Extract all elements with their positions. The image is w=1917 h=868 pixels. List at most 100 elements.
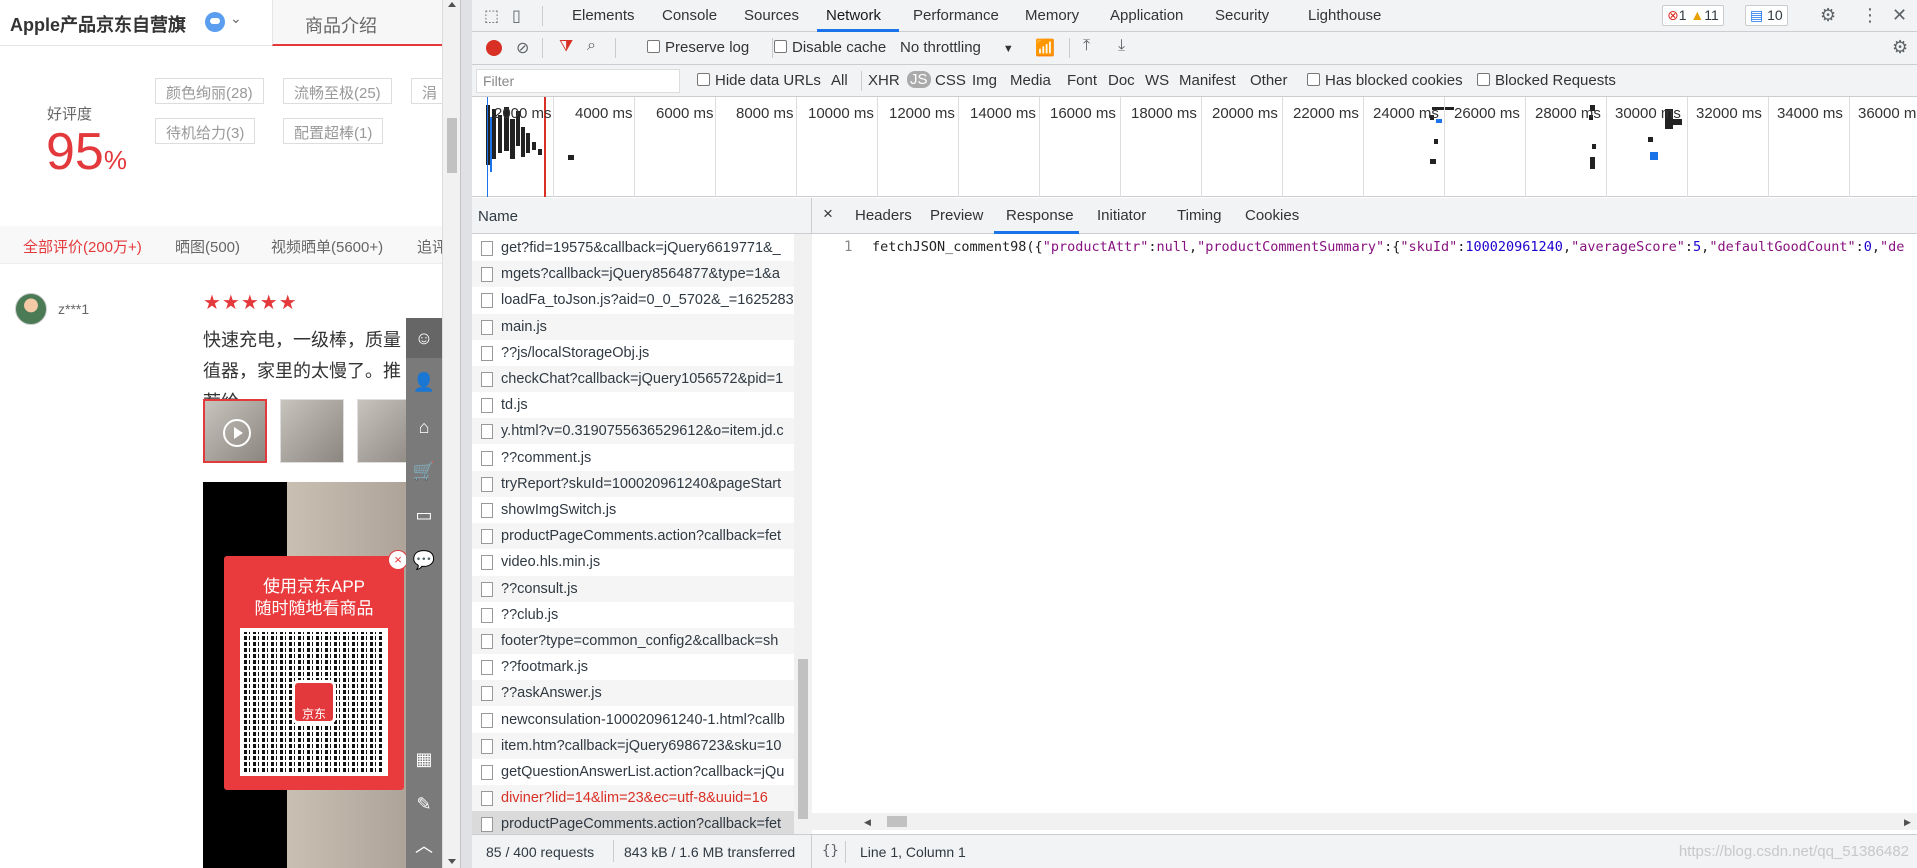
clear-icon[interactable]: ⊘ (516, 38, 529, 58)
review-tag[interactable]: 配置超棒(1) (283, 118, 384, 144)
tab-network[interactable]: Network (826, 7, 881, 24)
record-icon[interactable] (486, 40, 502, 56)
preserve-log-checkbox[interactable]: Preserve log (647, 39, 749, 56)
review-tag[interactable]: 待机给力(3) (155, 118, 256, 144)
review-tag[interactable]: 流畅至极(25) (283, 78, 392, 104)
filter-type-all[interactable]: All (831, 72, 848, 89)
tab-timing[interactable]: Timing (1177, 207, 1221, 224)
tab-initiator[interactable]: Initiator (1097, 207, 1146, 224)
request-row[interactable]: mgets?callback=jQuery8564877&type=1&a (472, 261, 794, 288)
request-row[interactable]: newconsulation-100020961240-1.html?callb (472, 707, 794, 733)
chat-icon[interactable] (205, 12, 225, 32)
request-row[interactable]: get?fid=19575&callback=jQuery6619771&_ (472, 235, 794, 261)
filter-type-font[interactable]: Font (1067, 72, 1097, 89)
chevron-down-icon[interactable]: ⌄ (230, 10, 242, 27)
request-row[interactable]: ??club.js (472, 602, 794, 628)
filter-type-doc[interactable]: Doc (1108, 72, 1135, 89)
shop-name[interactable]: Apple产品京东自营旗 (10, 11, 186, 37)
blocked-requests-checkbox[interactable]: Blocked Requests (1477, 72, 1616, 89)
filter-type-xhr[interactable]: XHR (868, 72, 900, 89)
chat-icon[interactable]: ☺ (406, 318, 442, 358)
edit-icon[interactable]: ✎ (406, 784, 442, 824)
tab-lighthouse[interactable]: Lighthouse (1308, 7, 1381, 24)
request-row[interactable]: loadFa_toJson.js?aid=0_0_5702&_=1625283 (472, 287, 794, 313)
tab-security[interactable]: Security (1215, 7, 1269, 24)
import-har-icon[interactable]: ⤒ (1083, 37, 1090, 55)
filter-icon[interactable]: ⧩ (559, 38, 573, 56)
scroll-left-icon[interactable]: ◀ (864, 817, 871, 828)
close-icon[interactable]: × (388, 550, 408, 570)
review-tag[interactable]: 涓 (411, 78, 442, 104)
review-tag[interactable]: 颜色绚丽(28) (155, 78, 264, 104)
scroll-thumb[interactable] (887, 816, 907, 827)
compare-icon[interactable]: ▭ (406, 495, 442, 535)
name-column-header[interactable]: Name (472, 198, 812, 234)
filter-type-img[interactable]: Img (972, 72, 997, 89)
cart-icon[interactable]: 🛒 (406, 451, 442, 491)
response-horizontal-scrollbar[interactable]: ◀ ▶ (812, 813, 1917, 830)
request-row[interactable]: ??askAnswer.js (472, 680, 794, 707)
user-icon[interactable]: 👤 (406, 362, 442, 402)
close-icon[interactable]: × (823, 204, 833, 224)
review-image-thumb[interactable] (280, 399, 344, 463)
filter-video-reviews[interactable]: 视频晒单(5600+) (271, 236, 383, 257)
tab-sources[interactable]: Sources (744, 7, 799, 24)
scroll-down-icon[interactable] (448, 859, 456, 864)
scroll-right-icon[interactable]: ▶ (1904, 817, 1911, 828)
network-settings-icon[interactable]: ⚙ (1892, 37, 1908, 58)
tab-memory[interactable]: Memory (1025, 7, 1079, 24)
request-row[interactable]: productPageComments.action?callback=fet (472, 523, 794, 550)
review-video-thumb[interactable] (203, 399, 267, 463)
request-row[interactable]: y.html?v=0.3190755636529612&o=item.jd.c (472, 418, 794, 445)
filter-photo-reviews[interactable]: 晒图(500) (175, 236, 240, 257)
pretty-print-icon[interactable]: {} (822, 843, 839, 859)
filter-type-ws[interactable]: WS (1145, 72, 1169, 89)
filter-type-css[interactable]: CSS (935, 72, 966, 89)
feedback-icon[interactable]: ⌂ (406, 407, 442, 447)
request-row[interactable]: checkChat?callback=jQuery1056572&pid=1 (472, 366, 794, 392)
request-row[interactable]: video.hls.min.js (472, 549, 794, 575)
request-row[interactable]: td.js (472, 392, 794, 418)
scroll-thumb[interactable] (798, 659, 808, 819)
tab-performance[interactable]: Performance (913, 7, 999, 24)
disable-cache-checkbox[interactable]: Disable cache (774, 39, 886, 56)
top-icon[interactable]: ︿ (406, 826, 442, 866)
has-blocked-cookies-checkbox[interactable]: Has blocked cookies (1307, 72, 1463, 89)
request-list-scrollbar[interactable] (794, 234, 812, 834)
request-row[interactable]: item.htm?callback=jQuery6986723&sku=10 (472, 732, 794, 759)
request-row[interactable]: ??footmark.js (472, 654, 794, 680)
request-row[interactable]: footer?type=common_config2&callback=sh (472, 628, 794, 654)
devtools-splitter[interactable] (460, 0, 472, 868)
tab-console[interactable]: Console (662, 7, 717, 24)
close-icon[interactable]: ✕ (1892, 5, 1907, 26)
tab-product-intro[interactable]: 商品介绍 (272, 0, 442, 46)
more-options-icon[interactable]: ⋮ (1861, 5, 1879, 26)
network-conditions-icon[interactable]: 📶 (1035, 38, 1055, 58)
hide-data-urls-checkbox[interactable]: Hide data URLs (697, 72, 821, 89)
tab-cookies[interactable]: Cookies (1245, 207, 1299, 224)
tab-headers[interactable]: Headers (855, 207, 912, 224)
tab-application[interactable]: Application (1110, 7, 1183, 24)
request-row[interactable]: main.js (472, 313, 794, 340)
throttling-select[interactable]: No throttling ▼ (900, 39, 1014, 56)
issues-badge[interactable]: ⊗1 ▲11 (1662, 5, 1724, 26)
request-row[interactable]: ??comment.js (472, 445, 794, 471)
tab-preview[interactable]: Preview (930, 207, 983, 224)
scroll-up-icon[interactable] (448, 2, 456, 7)
page-scrollbar[interactable] (442, 0, 460, 868)
request-row[interactable]: diviner?lid=14&lim=23&ec=utf-8&uuid=16 (472, 785, 794, 812)
filter-type-manifest[interactable]: Manifest (1179, 72, 1236, 89)
filter-input[interactable]: Filter (476, 69, 680, 93)
messages-badge[interactable]: ▤ 10 (1745, 5, 1788, 26)
filter-type-js[interactable]: JS (907, 71, 931, 88)
request-row[interactable]: productPageComments.action?callback=fet (472, 811, 794, 834)
export-har-icon[interactable]: ⤓ (1118, 37, 1125, 55)
filter-all-reviews[interactable]: 全部评价(200万+) (23, 236, 142, 257)
filter-type-media[interactable]: Media (1010, 72, 1051, 89)
request-row[interactable]: getQuestionAnswerList.action?callback=jQ… (472, 759, 794, 785)
scroll-thumb[interactable] (447, 118, 457, 173)
request-row[interactable]: tryReport?skuId=100020961240&pageStart (472, 470, 794, 497)
response-viewer[interactable]: 1 fetchJSON_comment98({"productAttr":nul… (812, 234, 1917, 814)
request-row[interactable]: ??consult.js (472, 575, 794, 602)
inspect-icon[interactable]: ⬚ (484, 6, 499, 26)
